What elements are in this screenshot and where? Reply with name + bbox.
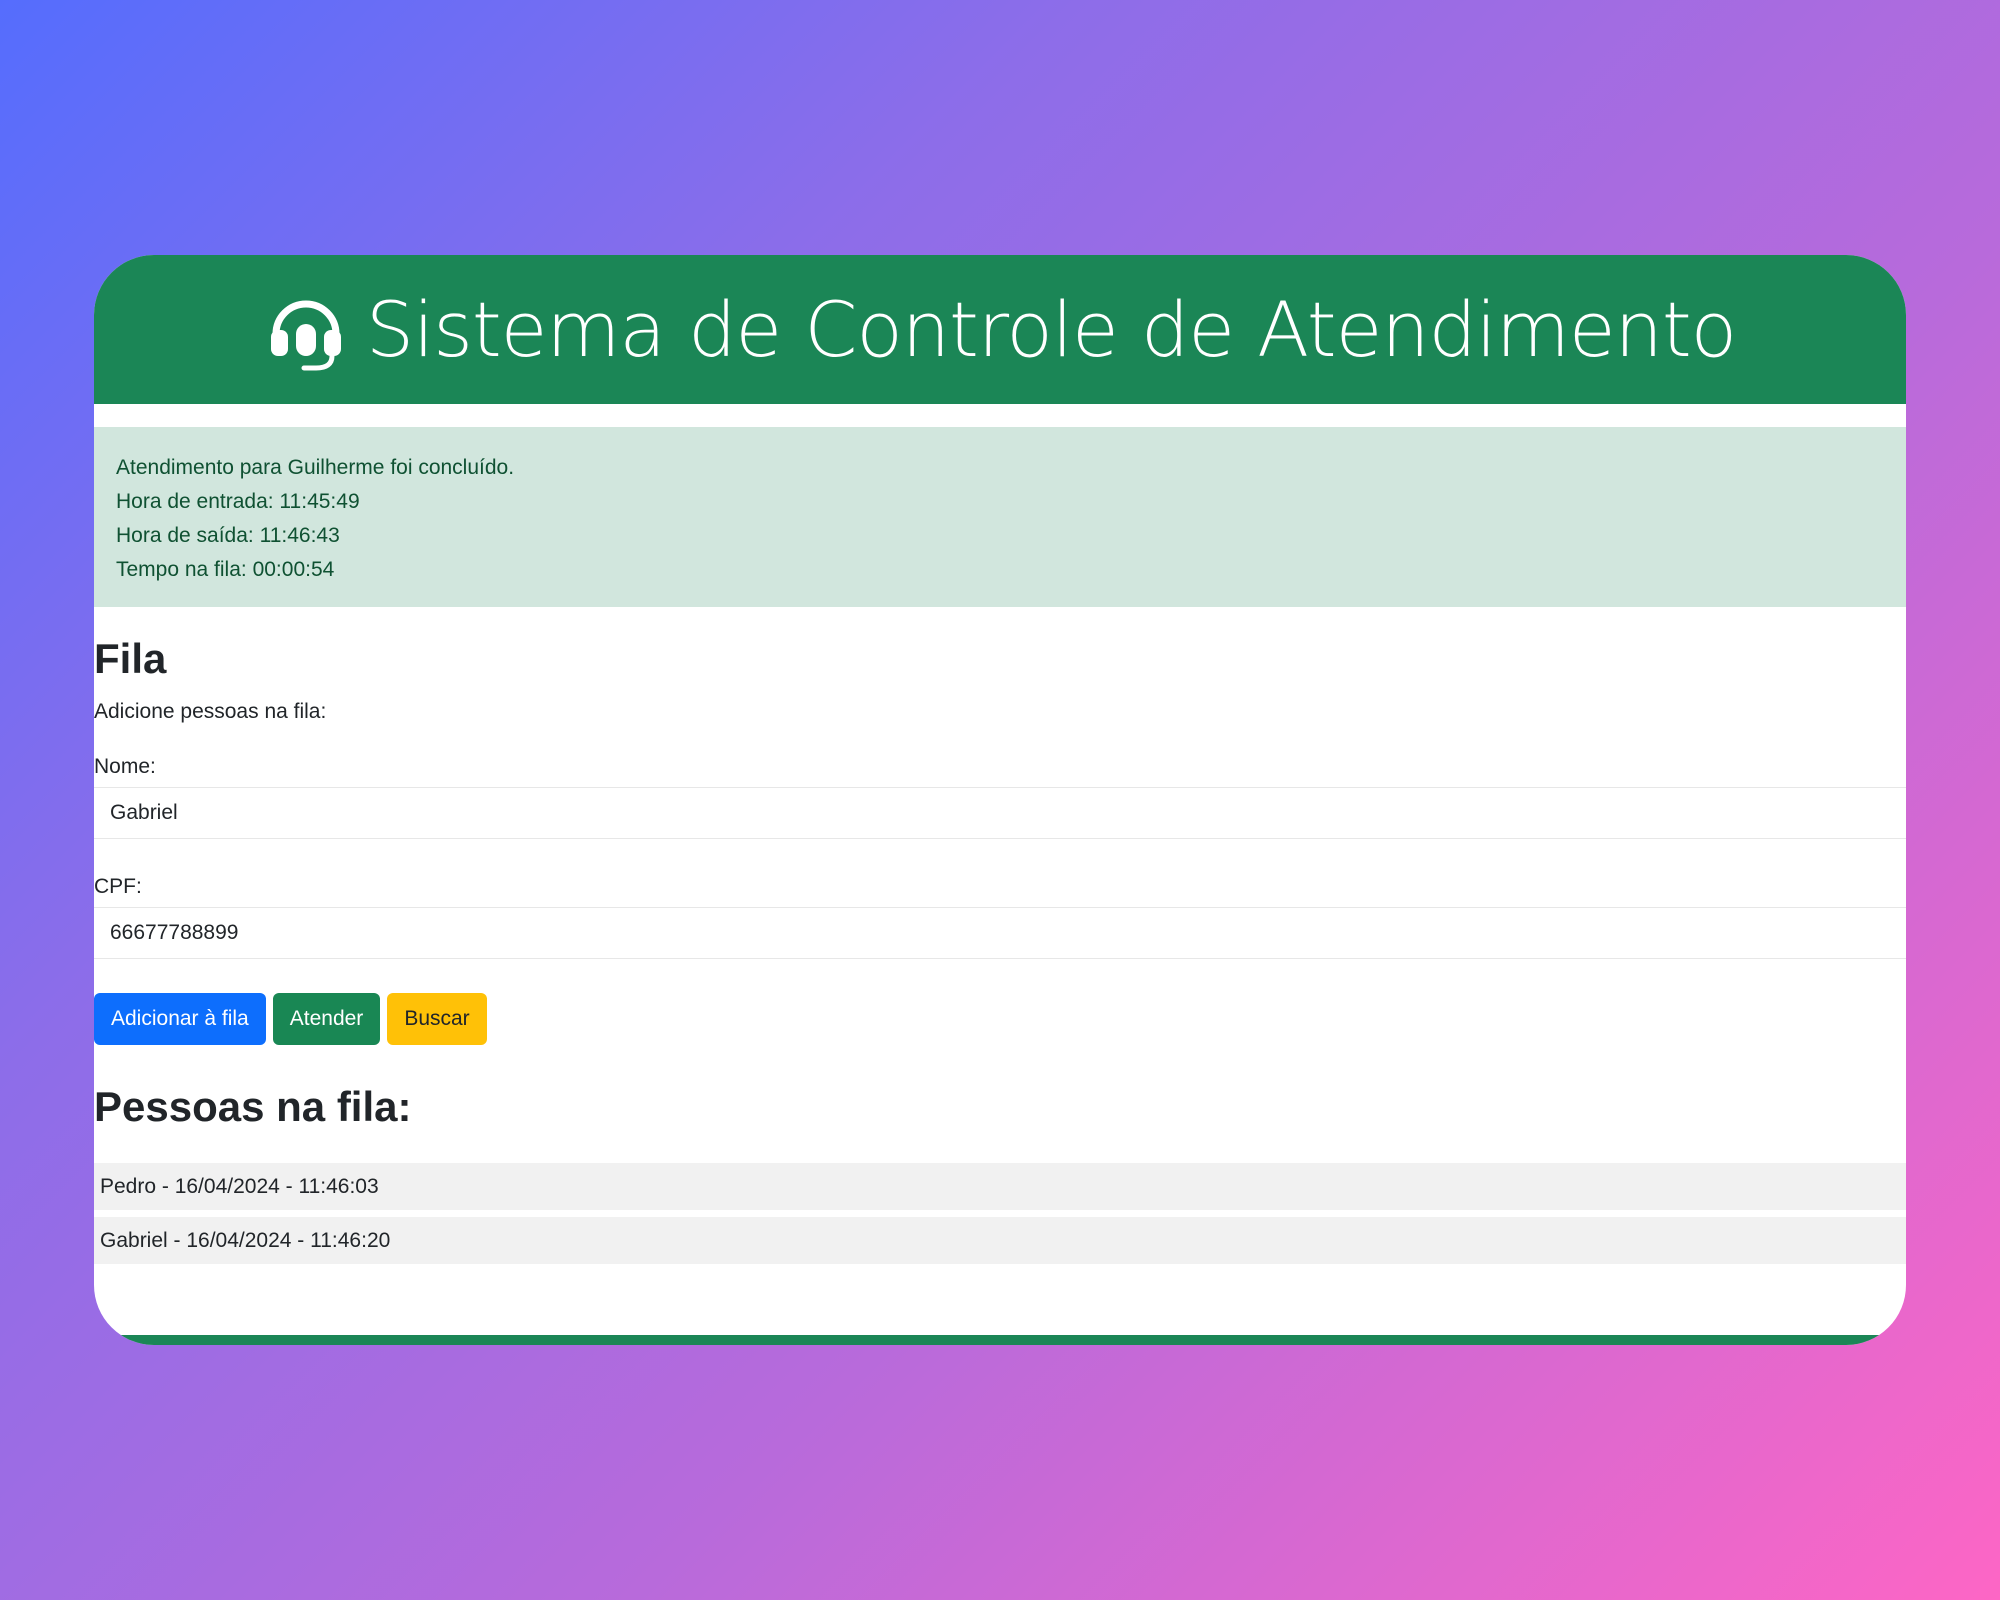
app-card: Sistema de Controle de Atendimento Atend… (94, 255, 1906, 1345)
success-alert: Atendimento para Guilherme foi concluído… (94, 427, 1906, 607)
headset-icon (264, 288, 348, 372)
queue-list: Pedro - 16/04/2024 - 11:46:03 Gabriel - … (94, 1163, 1906, 1271)
alert-exit-time: Hora de saída: 11:46:43 (116, 524, 340, 547)
alert-queue-time: Tempo na fila: 00:00:54 (116, 558, 335, 581)
name-label: Nome: (94, 755, 156, 778)
alert-entry-time: Hora de entrada: 11:45:49 (116, 490, 360, 513)
queue-title: Pessoas na fila: (94, 1083, 412, 1130)
alert-message: Atendimento para Guilherme foi concluído… (116, 456, 515, 479)
app-title: Sistema de Controle de Atendimento (365, 285, 1737, 374)
queue-item: Gabriel - 16/04/2024 - 11:46:20 (94, 1217, 1906, 1264)
cpf-input[interactable] (94, 907, 1906, 959)
section-title-fila: Fila (94, 635, 167, 682)
search-button[interactable]: Buscar (387, 993, 487, 1045)
serve-button[interactable]: Atender (272, 993, 381, 1045)
footer-bar (94, 1335, 1906, 1345)
form-help-text: Adicione pessoas na fila: (94, 700, 327, 723)
add-to-queue-button[interactable]: Adicionar à fila (94, 993, 266, 1045)
action-buttons: Adicionar à fila Atender Buscar (94, 993, 487, 1045)
queue-item: Pedro - 16/04/2024 - 11:46:03 (94, 1163, 1906, 1210)
name-input[interactable] (94, 787, 1906, 839)
cpf-label: CPF: (94, 875, 142, 898)
app-header: Sistema de Controle de Atendimento (94, 255, 1906, 404)
